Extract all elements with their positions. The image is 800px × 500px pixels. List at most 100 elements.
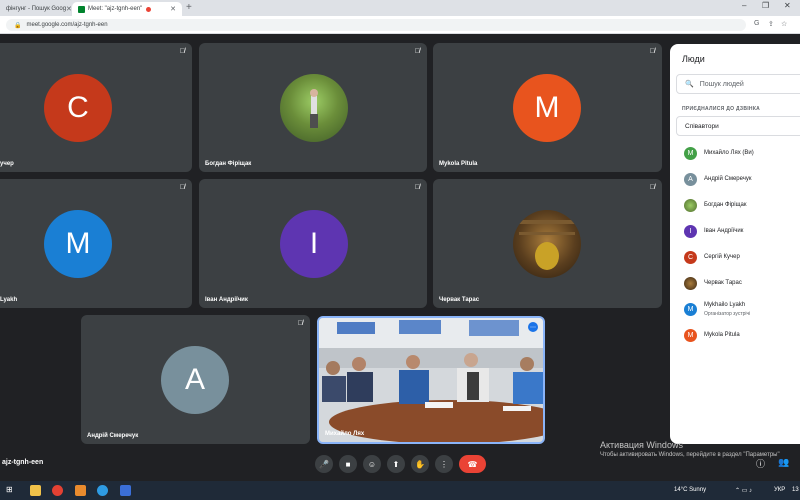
participant-tile[interactable]: M 🎙̸ Lyakh xyxy=(0,179,192,308)
present-button[interactable]: ⬆ xyxy=(387,455,405,473)
window-close-icon[interactable]: ✕ xyxy=(784,1,791,10)
browser-tab-strip: фінгунг - Пошук Goog ✕ Meet: "ajz-tgnh-e… xyxy=(0,0,800,16)
participant-role: Організатор зустрічі xyxy=(704,311,751,317)
participant-name: Михайло Лях (Ви) xyxy=(704,150,754,156)
meeting-code: ajz-tgnh-een xyxy=(2,459,44,466)
url-field[interactable]: 🔒 meet.google.com/ajz-tgnh-een xyxy=(6,19,746,31)
tab-search[interactable]: фінгунг - Пошук Goog ✕ xyxy=(0,2,72,16)
search-icon: 🔍 xyxy=(685,81,694,88)
clock-text[interactable]: 13 xyxy=(792,487,799,493)
maximize-icon[interactable]: ❐ xyxy=(762,1,769,10)
hand-icon: ✋ xyxy=(415,459,425,469)
app-icon[interactable] xyxy=(75,485,86,496)
share-icon[interactable]: ⇪ xyxy=(768,20,774,28)
star-icon[interactable]: ☆ xyxy=(781,20,787,28)
more-vert-icon: ⋮ xyxy=(440,459,448,469)
participant-tile[interactable]: I 🎙̸ Іван Андріїчик xyxy=(199,179,427,308)
leave-call-button[interactable]: ☎ xyxy=(459,455,486,473)
list-item[interactable]: I Іван Андріїчик 🎙̸ xyxy=(682,222,800,242)
people-icon[interactable]: 👥 xyxy=(778,457,789,468)
more-button[interactable]: ⋮ xyxy=(435,455,453,473)
camera-icon: ■ xyxy=(345,459,351,469)
avatar xyxy=(684,199,697,212)
list-item[interactable]: Богдан Фіріщак 🎙̸ xyxy=(682,196,800,216)
mic-off-icon: 🎙̸ xyxy=(179,48,185,55)
language-indicator[interactable]: УКР xyxy=(774,487,785,493)
participant-name: учер xyxy=(0,161,14,167)
avatar: M xyxy=(684,147,697,160)
participant-name: Червак Тарас xyxy=(439,297,480,303)
phone-hangup-icon: ☎ xyxy=(467,459,478,469)
present-icon: ⬆ xyxy=(392,459,400,469)
meet-logo-icon xyxy=(78,5,85,13)
participant-name: Mykhailo Lyakh xyxy=(704,302,746,308)
group-label: Співавтори xyxy=(685,122,719,130)
file-explorer-icon[interactable] xyxy=(30,485,41,496)
participant-name: Богдан Фіріщак xyxy=(205,161,252,167)
camera-button[interactable]: ■ xyxy=(339,455,357,473)
emoji-icon: ☺ xyxy=(367,459,377,469)
list-item[interactable]: M Mykhailo Lyakh Організатор зустрічі 🎙̸ xyxy=(682,298,800,322)
mic-off-icon: 🎙̸ xyxy=(649,48,655,55)
avatar xyxy=(280,74,348,142)
close-icon[interactable]: ✕ xyxy=(170,5,176,13)
tab-meet[interactable]: Meet: "ajz-tgnh-een" ✕ xyxy=(72,2,182,16)
participant-name: Червак Тарас xyxy=(704,280,742,286)
avatar xyxy=(684,277,697,290)
minimize-icon[interactable]: – xyxy=(742,1,746,10)
mic-off-icon: 🎙̸ xyxy=(179,184,185,191)
new-tab-button[interactable]: + xyxy=(186,2,192,13)
info-icon[interactable]: ⓘ xyxy=(756,457,765,470)
mic-off-icon: 🎙̸ xyxy=(414,184,420,191)
list-item[interactable]: M Mykola Pitula 🎙̸ xyxy=(682,326,800,346)
list-item[interactable]: A Андрій Смеречук 🎙̸ xyxy=(682,170,800,190)
participant-name: Mykola Pitula xyxy=(439,161,478,167)
avatar: A xyxy=(161,346,229,414)
participant-tile[interactable]: M 🎙̸ Mykola Pitula xyxy=(433,43,662,172)
address-bar: 🔒 meet.google.com/ajz-tgnh-een G ⇪ ☆ xyxy=(0,16,800,34)
participant-name: Андрій Смеречук xyxy=(87,433,139,439)
tab-search-label: фінгунг - Пошук Goog xyxy=(6,6,67,12)
mic-off-icon: 🎙̸ xyxy=(414,48,420,55)
participant-name: Mykola Pitula xyxy=(704,332,740,338)
windows-taskbar: ⊞ 14°C Sunny ⌃ ▭ ♪ УКР 13 xyxy=(0,481,800,500)
people-search-input[interactable]: 🔍 Пошук людей xyxy=(676,74,800,94)
tray-icons[interactable]: ⌃ ▭ ♪ xyxy=(735,487,752,494)
list-item[interactable]: M Михайло Лях (Ви) ⋯ xyxy=(682,144,800,164)
section-label: ПРИЄДНАЛИСЯ ДО ДЗВІНКА xyxy=(682,106,761,112)
avatar: M xyxy=(513,74,581,142)
start-icon[interactable]: ⊞ xyxy=(6,485,13,494)
google-icon[interactable]: G xyxy=(754,20,759,27)
word-icon[interactable] xyxy=(120,485,131,496)
avatar: С xyxy=(44,74,112,142)
participant-name: Lyakh xyxy=(0,297,18,303)
lock-icon: 🔒 xyxy=(14,22,22,29)
list-item[interactable]: Червак Тарас 🎙̸ xyxy=(682,274,800,294)
chrome-icon[interactable] xyxy=(52,485,63,496)
mic-button[interactable]: 🎤 xyxy=(315,455,333,473)
people-panel: Люди 🔍 Пошук людей ПРИЄДНАЛИСЯ ДО ДЗВІНК… xyxy=(670,44,800,444)
raise-hand-button[interactable]: ✋ xyxy=(411,455,429,473)
participant-name: Богдан Фіріщак xyxy=(704,202,747,208)
mic-off-icon: 🎙̸ xyxy=(297,320,303,327)
captions-button[interactable]: ☺ xyxy=(363,455,381,473)
participant-name: Іван Андріїчик xyxy=(205,297,248,303)
participant-tile[interactable]: 🎙̸ Червак Тарас xyxy=(433,179,662,308)
participant-tile[interactable]: С 🎙̸ учер xyxy=(0,43,192,172)
list-item[interactable]: С Сергій Кучер 🎙̸ xyxy=(682,248,800,268)
participant-name: Андрій Смеречук xyxy=(704,176,752,182)
avatar: M xyxy=(44,210,112,278)
participant-tile[interactable]: A 🎙̸ Андрій Смеречук xyxy=(81,315,310,444)
self-video-tile[interactable]: ⋯ Михайло Лях xyxy=(317,316,545,444)
more-options-button[interactable]: ⋯ xyxy=(528,322,538,332)
edge-icon[interactable] xyxy=(97,485,108,496)
avatar: С xyxy=(684,251,697,264)
avatar: M xyxy=(684,329,697,342)
participant-name: Михайло Лях xyxy=(325,431,365,437)
mic-icon: 🎤 xyxy=(319,459,329,469)
panel-title: Люди xyxy=(682,54,705,64)
weather-text[interactable]: 14°C Sunny xyxy=(674,487,706,493)
participant-tile[interactable]: 🎙̸ Богдан Фіріщак xyxy=(199,43,427,172)
contributors-group[interactable]: Співавтори 8 xyxy=(676,116,800,136)
avatar: A xyxy=(684,173,697,186)
